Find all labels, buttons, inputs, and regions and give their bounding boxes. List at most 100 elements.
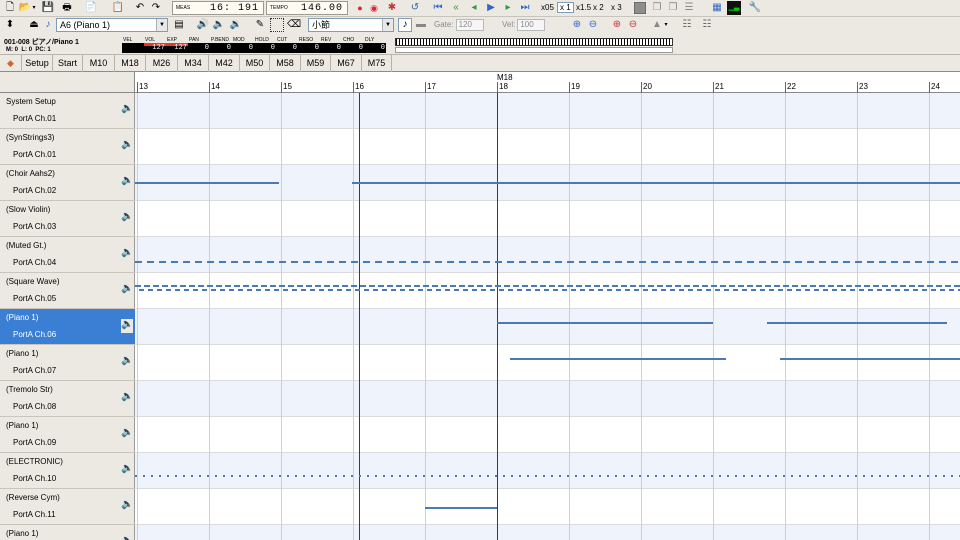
note-segment[interactable] xyxy=(405,285,411,287)
note-segment[interactable] xyxy=(615,475,617,477)
rewind-icon[interactable]: « xyxy=(449,1,463,15)
note-segment[interactable] xyxy=(519,261,526,263)
note-segment[interactable] xyxy=(225,285,231,287)
note-segment[interactable] xyxy=(151,475,153,477)
note-segment[interactable] xyxy=(315,261,322,263)
note-segment[interactable] xyxy=(495,285,501,287)
note-segment[interactable] xyxy=(198,285,204,287)
note-segment[interactable] xyxy=(860,358,960,360)
note-segment[interactable] xyxy=(769,289,774,291)
track-select[interactable]: A6 (Piano 1) ▼ xyxy=(56,18,168,32)
note-segment[interactable] xyxy=(774,285,780,287)
controller-dly[interactable]: DLY 0 xyxy=(364,37,386,53)
note-segment[interactable] xyxy=(618,358,726,360)
note-segment[interactable] xyxy=(855,475,857,477)
note-segment[interactable] xyxy=(900,285,906,287)
note-segment[interactable] xyxy=(425,507,497,509)
note-segment[interactable] xyxy=(671,475,673,477)
note-segment[interactable] xyxy=(139,289,144,291)
pencil-icon[interactable]: ✎ xyxy=(253,18,267,32)
note-segment[interactable] xyxy=(526,289,531,291)
note-segment[interactable] xyxy=(375,261,382,263)
note-segment[interactable] xyxy=(239,475,241,477)
note-segment[interactable] xyxy=(927,475,929,477)
note-segment[interactable] xyxy=(423,261,430,263)
note-segment[interactable] xyxy=(175,475,177,477)
track-row[interactable]: (ELECTRONIC) PortA Ch.10 🔈 xyxy=(0,453,135,489)
track-row[interactable]: (Tremolo Str) PortA Ch.08 🔈 xyxy=(0,381,135,417)
note-segment[interactable] xyxy=(291,261,298,263)
speaker-icon[interactable]: 🔈 xyxy=(121,283,133,297)
note-segment[interactable] xyxy=(839,475,841,477)
note-segment[interactable] xyxy=(871,475,873,477)
note-segment[interactable] xyxy=(335,475,337,477)
note-segment[interactable] xyxy=(562,289,567,291)
controller-reso[interactable]: RESO 0 xyxy=(298,37,320,53)
note-segment[interactable] xyxy=(531,261,538,263)
note-segment[interactable] xyxy=(724,289,729,291)
speaker-icon[interactable]: 🔈 xyxy=(121,535,133,540)
note-segment[interactable] xyxy=(706,289,711,291)
note-segment[interactable] xyxy=(400,289,405,291)
note-segment[interactable] xyxy=(922,289,927,291)
track-row[interactable]: (Square Wave) PortA Ch.05 🔈 xyxy=(0,273,135,309)
controller-cut[interactable]: CUT 0 xyxy=(276,37,298,53)
note-segment[interactable] xyxy=(909,285,915,287)
arrange-grid[interactable] xyxy=(135,93,960,540)
note-segment[interactable] xyxy=(455,475,457,477)
note-segment[interactable] xyxy=(615,261,622,263)
note-segment[interactable] xyxy=(391,475,393,477)
note-segment[interactable] xyxy=(468,285,474,287)
note-segment[interactable] xyxy=(148,289,153,291)
note-segment[interactable] xyxy=(459,285,465,287)
zoom-in-icon[interactable]: ⊕ xyxy=(570,18,584,32)
note-segment[interactable] xyxy=(780,358,860,360)
note-segment[interactable] xyxy=(783,261,790,263)
note-segment[interactable] xyxy=(579,261,586,263)
note-segment[interactable] xyxy=(495,261,502,263)
note-segment[interactable] xyxy=(423,475,425,477)
note-segment[interactable] xyxy=(863,475,865,477)
note-segment[interactable] xyxy=(567,475,569,477)
note-segment[interactable] xyxy=(666,285,672,287)
note-segment[interactable] xyxy=(729,285,735,287)
note-segment[interactable] xyxy=(711,475,713,477)
zoom-out-icon[interactable]: ⊖ xyxy=(586,18,600,32)
track-row[interactable]: (Piano 1) PortA Ch.06 🔈 xyxy=(0,309,135,345)
note-segment[interactable] xyxy=(814,289,819,291)
note-segment[interactable] xyxy=(351,261,358,263)
note-segment[interactable] xyxy=(247,475,249,477)
note-segment[interactable] xyxy=(207,182,279,184)
document-icon[interactable]: 📄 xyxy=(84,1,98,15)
note-segment[interactable] xyxy=(715,289,720,291)
note-segment[interactable] xyxy=(815,475,817,477)
note-segment[interactable] xyxy=(499,289,504,291)
note-segment[interactable] xyxy=(543,261,550,263)
note-segment[interactable] xyxy=(279,285,285,287)
note-segment[interactable] xyxy=(135,182,207,184)
note-segment[interactable] xyxy=(936,285,942,287)
export-icon[interactable]: 🖶 xyxy=(60,1,74,15)
note-segment[interactable] xyxy=(675,285,681,287)
note-segment[interactable] xyxy=(364,289,369,291)
note-segment[interactable] xyxy=(229,289,234,291)
speaker-icon[interactable]: 🔈 xyxy=(121,319,133,333)
track-row[interactable]: (Slow Violin) PortA Ch.03 🔈 xyxy=(0,201,135,237)
note-segment[interactable] xyxy=(263,475,265,477)
note-segment[interactable] xyxy=(796,289,801,291)
note-segment[interactable] xyxy=(274,289,279,291)
note-segment[interactable] xyxy=(255,475,257,477)
note-segment[interactable] xyxy=(418,289,423,291)
redo-icon[interactable]: ↷ xyxy=(149,1,163,15)
marker-m58[interactable]: M58 xyxy=(270,55,301,72)
note-segment[interactable] xyxy=(243,285,249,287)
zoom-fit-icon[interactable]: ⊖ xyxy=(626,18,640,32)
note-segment[interactable] xyxy=(742,289,747,291)
note-segment[interactable] xyxy=(747,285,753,287)
controller-vol[interactable]: VOL 127 xyxy=(144,37,166,53)
meter-icon[interactable]: ▁▃ xyxy=(727,1,741,15)
note-segment[interactable] xyxy=(879,475,881,477)
note-segment[interactable] xyxy=(553,289,558,291)
speaker-icon[interactable]: 🔈 xyxy=(121,355,133,369)
marker-m67[interactable]: M67 xyxy=(331,55,362,72)
